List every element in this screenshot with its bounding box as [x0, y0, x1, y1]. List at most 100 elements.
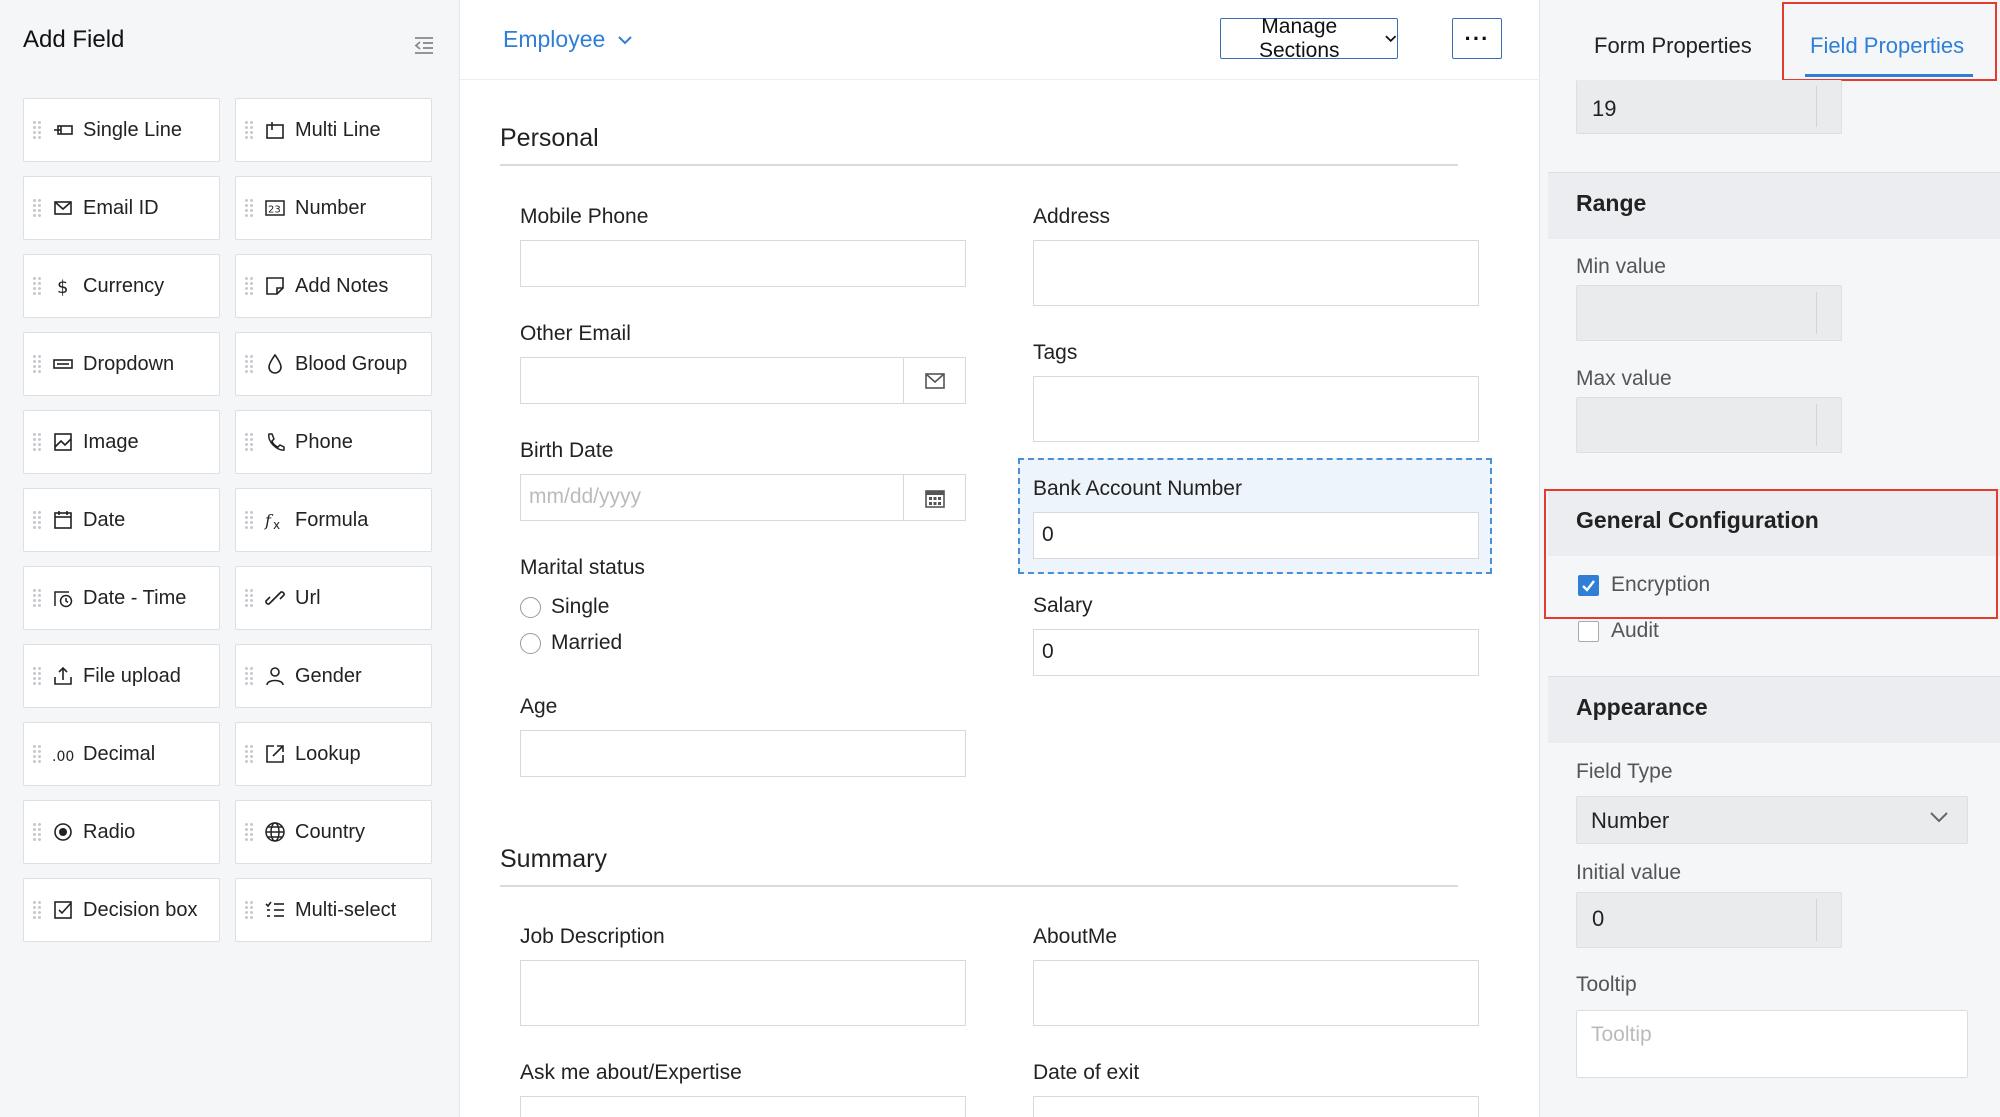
palette-item-country[interactable]: Country — [235, 800, 432, 864]
palette-item-add-notes[interactable]: Add Notes — [235, 254, 432, 318]
birth-date-input[interactable]: mm/dd/yyyy — [520, 474, 966, 521]
drag-handle-icon[interactable] — [32, 822, 42, 842]
calendar-icon[interactable] — [903, 475, 965, 520]
drag-handle-icon[interactable] — [244, 900, 254, 920]
form-selector[interactable]: Employee — [503, 26, 633, 53]
palette-item-label: Dropdown — [83, 352, 175, 375]
drag-handle-icon[interactable] — [32, 354, 42, 374]
palette-item-multi-line[interactable]: Multi Line — [235, 98, 432, 162]
drag-handle-icon[interactable] — [32, 588, 42, 608]
upload-icon — [52, 665, 74, 687]
audit-checkbox[interactable] — [1578, 620, 1599, 642]
drag-handle-icon[interactable] — [32, 666, 42, 686]
drag-handle-icon[interactable] — [32, 900, 42, 920]
min-value-input[interactable] — [1576, 285, 1842, 341]
palette-item-lookup[interactable]: Lookup — [235, 722, 432, 786]
collapse-panel-icon[interactable] — [413, 34, 435, 56]
palette-item-label: Date - Time — [83, 586, 187, 609]
palette-item-image[interactable]: Image — [23, 410, 220, 474]
drag-handle-icon[interactable] — [244, 822, 254, 842]
palette-item-date-time[interactable]: Date - Time — [23, 566, 220, 630]
about-me-input[interactable] — [1033, 960, 1479, 1026]
drag-handle-icon[interactable] — [244, 510, 254, 530]
palette-item-date[interactable]: Date — [23, 488, 220, 552]
bank-account-number-input[interactable]: 0 — [1033, 512, 1479, 559]
palette-item-label: File upload — [83, 664, 181, 687]
decimal-icon: .00 — [52, 743, 74, 765]
ask-me-about-input[interactable] — [520, 1096, 966, 1117]
person-icon — [264, 665, 286, 687]
drag-handle-icon[interactable] — [32, 744, 42, 764]
tooltip-input[interactable]: Tooltip — [1576, 1010, 1968, 1078]
drag-handle-icon[interactable] — [244, 666, 254, 686]
initial-value: 0 — [1592, 906, 1605, 931]
field-label-date-of-exit: Date of exit — [1033, 1061, 1140, 1084]
palette-item-multi-select[interactable]: Multi-select — [235, 878, 432, 942]
drag-handle-icon[interactable] — [32, 276, 42, 296]
more-options-button[interactable]: ··· — [1452, 18, 1502, 59]
field-label-about-me: AboutMe — [1033, 925, 1118, 948]
palette-item-blood-group[interactable]: Blood Group — [235, 332, 432, 396]
palette-item-number[interactable]: 23 Number — [235, 176, 432, 240]
palette-item-decimal[interactable]: .00 Decimal — [23, 722, 220, 786]
address-input[interactable] — [1033, 240, 1479, 306]
drag-handle-icon[interactable] — [32, 120, 42, 140]
svg-text:23: 23 — [268, 205, 281, 216]
radio-option-married[interactable]: Married — [520, 631, 622, 655]
dropdown-icon — [52, 353, 74, 375]
palette-item-label: Country — [295, 820, 366, 843]
top-value-input[interactable]: 19 — [1576, 80, 1842, 134]
date-of-exit-input[interactable] — [1033, 1096, 1479, 1117]
drag-handle-icon[interactable] — [244, 120, 254, 140]
salary-input[interactable]: 0 — [1033, 629, 1479, 676]
salary-value: 0 — [1042, 640, 1054, 663]
drag-handle-icon[interactable] — [244, 588, 254, 608]
drag-handle-icon[interactable] — [32, 198, 42, 218]
drag-handle-icon[interactable] — [244, 432, 254, 452]
form-canvas: Employee Manage Sections ··· Personal Mo… — [460, 0, 1540, 1117]
svg-text:.00: .00 — [52, 749, 74, 765]
palette-item-dropdown[interactable]: Dropdown — [23, 332, 220, 396]
mobile-phone-input[interactable] — [520, 240, 966, 287]
form-name: Employee — [503, 26, 606, 52]
radio-circle-icon[interactable] — [520, 596, 541, 618]
initial-value-input[interactable]: 0 — [1576, 892, 1842, 948]
audit-option[interactable]: Audit — [1578, 619, 1659, 643]
palette-item-gender[interactable]: Gender — [235, 644, 432, 708]
checklist-icon — [264, 899, 286, 921]
palette-item-radio[interactable]: Radio — [23, 800, 220, 864]
tooltip-label: Tooltip — [1576, 973, 1637, 996]
palette-item-file-upload[interactable]: File upload — [23, 644, 220, 708]
tags-input[interactable] — [1033, 376, 1479, 442]
drag-handle-icon[interactable] — [32, 510, 42, 530]
chevron-down-icon — [1384, 35, 1396, 43]
age-input[interactable] — [520, 730, 966, 777]
radio-option-single[interactable]: Single — [520, 595, 609, 619]
drag-handle-icon[interactable] — [244, 354, 254, 374]
tab-form-properties[interactable]: Form Properties — [1594, 33, 1752, 59]
highlight-box-field-properties — [1782, 2, 1997, 81]
palette-item-formula[interactable]: f x Formula — [235, 488, 432, 552]
palette-item-label: Image — [83, 430, 139, 453]
drag-handle-icon[interactable] — [244, 276, 254, 296]
add-field-panel: Add Field Single Line Multi Line Email I… — [0, 0, 460, 1117]
drag-handle-icon[interactable] — [32, 432, 42, 452]
field-type-value: Number — [1591, 808, 1670, 833]
max-value-input[interactable] — [1576, 397, 1842, 453]
palette-item-label: Date — [83, 508, 126, 531]
palette-item-email-id[interactable]: Email ID — [23, 176, 220, 240]
manage-sections-button[interactable]: Manage Sections — [1220, 15, 1398, 62]
field-type-select[interactable]: Number — [1576, 796, 1968, 844]
date-time-icon — [52, 587, 74, 609]
palette-item-single-line[interactable]: Single Line — [23, 98, 220, 162]
palette-item-phone[interactable]: Phone — [235, 410, 432, 474]
drag-handle-icon[interactable] — [244, 198, 254, 218]
job-description-input[interactable] — [520, 960, 966, 1026]
other-email-input[interactable] — [520, 357, 966, 404]
palette-item-url[interactable]: Url — [235, 566, 432, 630]
multi-line-icon — [264, 119, 286, 141]
radio-circle-icon[interactable] — [520, 632, 541, 654]
palette-item-currency[interactable]: $ Currency — [23, 254, 220, 318]
palette-item-decision-box[interactable]: Decision box — [23, 878, 220, 942]
drag-handle-icon[interactable] — [244, 744, 254, 764]
